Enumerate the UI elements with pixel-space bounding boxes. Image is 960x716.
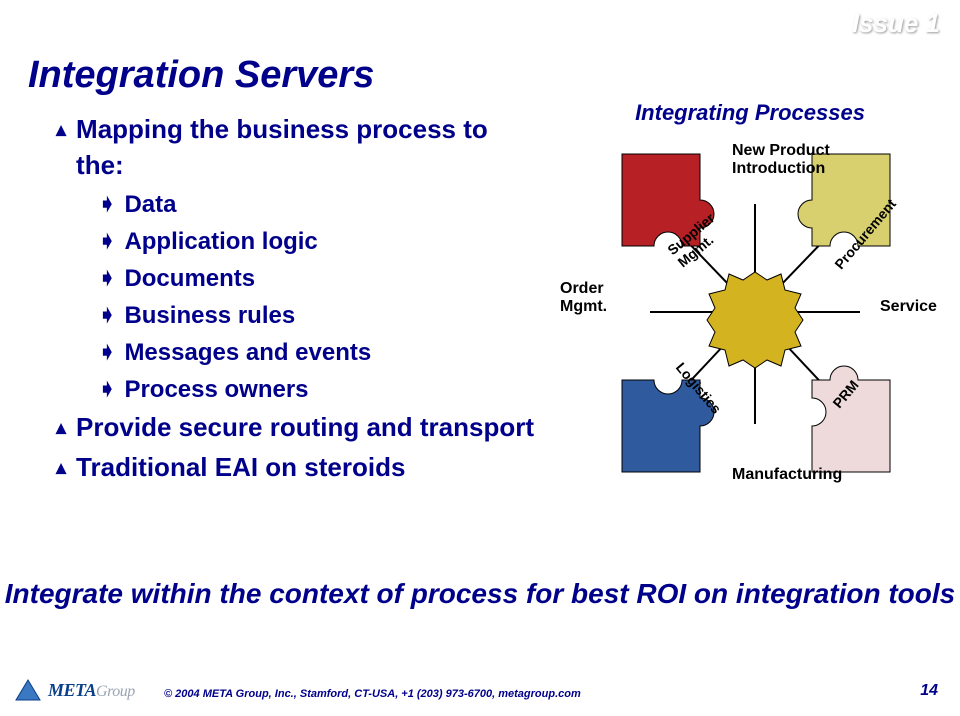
bullet-item: ➧ Messages and events — [98, 336, 536, 369]
bullet-text: Data — [124, 188, 176, 221]
label-manufacturing: Manufacturing — [732, 466, 842, 484]
bullet-item: ➧ Business rules — [98, 299, 536, 332]
bullet-list: ▴ Mapping the business process to the: ➧… — [56, 112, 536, 490]
bullet-text: Traditional EAI on steroids — [76, 450, 405, 486]
bullet-item: ➧ Data — [98, 188, 536, 221]
diagram-title: Integrating Processes — [560, 100, 940, 126]
bullet-item: ▴ Provide secure routing and transport — [56, 410, 536, 446]
bullet-item: ▴ Mapping the business process to the: — [56, 112, 536, 184]
label-order-mgmt: Order Mgmt. — [560, 280, 607, 317]
arrow-bullet-icon: ➧ — [98, 299, 116, 331]
arrow-bullet-icon: ➧ — [98, 373, 116, 405]
logo-triangle-icon — [14, 678, 42, 702]
bullet-item: ➧ Documents — [98, 262, 536, 295]
bullet-text: Application logic — [124, 225, 317, 258]
bullet-text: Provide secure routing and transport — [76, 410, 534, 446]
bullet-text: Messages and events — [124, 336, 371, 369]
logo-text-main: META — [48, 680, 96, 700]
triangle-bullet-icon: ▴ — [56, 410, 66, 446]
bullet-text: Mapping the business process to the: — [76, 112, 536, 184]
footer: METAGroup © 2004 META Group, Inc., Stamf… — [0, 670, 960, 708]
arrow-bullet-icon: ➧ — [98, 188, 116, 220]
copyright-text: © 2004 META Group, Inc., Stamford, CT-US… — [164, 688, 581, 700]
bullet-item: ➧ Application logic — [98, 225, 536, 258]
bullet-text: Process owners — [124, 373, 308, 406]
summary-text: Integrate within the context of process … — [0, 576, 960, 612]
slide: Issue 1 Integration Servers ▴ Mapping th… — [0, 0, 960, 716]
integrating-processes-diagram: Integrating Processes — [560, 100, 940, 560]
arrow-bullet-icon: ➧ — [98, 225, 116, 257]
arrow-bullet-icon: ➧ — [98, 336, 116, 368]
label-new-product-introduction: New Product Introduction — [732, 142, 830, 179]
bullet-item: ▴ Traditional EAI on steroids — [56, 450, 536, 486]
page-number: 14 — [920, 682, 938, 700]
bullet-text: Documents — [124, 262, 255, 295]
diagram-svg — [560, 134, 940, 554]
bullet-text: Business rules — [124, 299, 295, 332]
meta-group-logo: METAGroup — [14, 678, 135, 702]
issue-badge: Issue 1 — [852, 8, 940, 39]
arrow-bullet-icon: ➧ — [98, 262, 116, 294]
logo-text-sub: Group — [96, 683, 135, 700]
label-service: Service — [880, 298, 937, 316]
slide-title: Integration Servers — [28, 54, 374, 97]
bullet-item: ➧ Process owners — [98, 373, 536, 406]
triangle-bullet-icon: ▴ — [56, 450, 66, 486]
triangle-bullet-icon: ▴ — [56, 112, 66, 148]
center-gear-icon — [707, 272, 803, 368]
